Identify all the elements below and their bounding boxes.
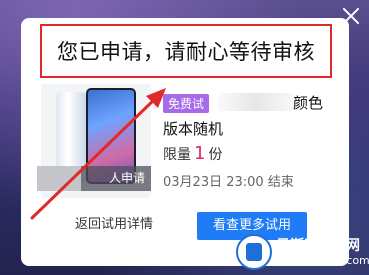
product-name-line2: 版本随机 <box>163 120 224 138</box>
dialog-title: 您已申请，请耐心等待审核 <box>57 40 315 64</box>
back-to-trial-button[interactable]: 返回试用详情 <box>75 213 153 232</box>
watermark-logo-icon <box>236 234 272 270</box>
apply-result-dialog: 您已申请，请耐心等待审核 人申请 免费试 颜色 版本随机 限量 1 份 03月23日… <box>21 18 349 266</box>
apply-count-blur <box>37 166 81 191</box>
watermark: 贝斯特安卓网 www.zjbstyy.com <box>236 234 369 272</box>
end-time: 03月23日 23:00 结束 <box>163 175 294 190</box>
watermark-brand: 贝斯特安卓网 <box>276 238 360 254</box>
limit-unit: 份 <box>208 147 223 163</box>
free-trial-tag: 免费试 <box>163 94 210 113</box>
apply-count-label: 人申请 <box>108 171 145 185</box>
highlight-box: 您已申请，请耐心等待审核 <box>40 24 332 78</box>
product-name-blur <box>218 93 293 111</box>
limit-count: 1 <box>194 143 206 164</box>
limit-info: 限量 1 份 <box>163 143 222 164</box>
product-name-tail: 颜色 <box>293 94 324 112</box>
watermark-url: www.zjbstyy.com <box>276 254 369 267</box>
limit-prefix: 限量 <box>163 147 191 163</box>
